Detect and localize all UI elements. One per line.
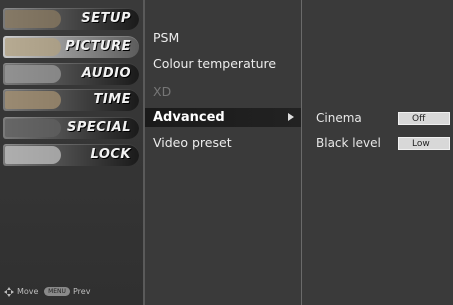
sidebar-item-audio[interactable]: AUDIO	[3, 63, 139, 85]
setup-thumbnail-icon	[5, 10, 61, 28]
menu-item-psm[interactable]: PSM	[153, 30, 179, 45]
menu-item-advanced[interactable]: Advanced	[145, 108, 301, 127]
submenu-item-cinema[interactable]: Cinema Off	[316, 110, 453, 127]
navigation-hint: Move MENU Prev	[4, 285, 140, 299]
cinema-value[interactable]: Off	[398, 112, 450, 125]
audio-thumbnail-icon	[5, 65, 61, 83]
tv-osd-screen: SETUP PICTURE AUDIO TIME SPECIAL LOCK Mo…	[0, 0, 453, 305]
submenu-item-black-level[interactable]: Black level Low	[316, 135, 453, 152]
special-thumbnail-icon	[5, 119, 61, 137]
black-level-label: Black level	[316, 136, 381, 150]
black-level-value[interactable]: Low	[398, 137, 450, 150]
advanced-submenu: Cinema Off Black level Low	[302, 0, 453, 305]
cinema-label: Cinema	[316, 111, 362, 125]
sidebar-item-label: AUDIO	[81, 66, 131, 81]
picture-thumbnail-icon	[5, 38, 61, 56]
move-arrows-icon	[4, 287, 14, 297]
sidebar-item-label: SPECIAL	[67, 120, 131, 135]
sidebar-item-time[interactable]: TIME	[3, 89, 139, 111]
lock-thumbnail-icon	[5, 146, 61, 164]
picture-options-menu: PSM Colour temperature XD Advanced Video…	[145, 0, 302, 305]
sidebar-item-label: LOCK	[90, 147, 131, 162]
submenu-arrow-icon	[288, 113, 294, 121]
sidebar-item-label: PICTURE	[65, 39, 131, 54]
sidebar-item-setup[interactable]: SETUP	[3, 8, 139, 30]
sidebar-item-label: TIME	[93, 92, 131, 107]
sidebar-item-special[interactable]: SPECIAL	[3, 117, 139, 139]
prev-hint-label: Prev	[73, 287, 91, 296]
category-sidebar: SETUP PICTURE AUDIO TIME SPECIAL LOCK Mo…	[0, 0, 145, 305]
menu-item-video-preset[interactable]: Video preset	[153, 135, 232, 150]
time-thumbnail-icon	[5, 91, 61, 109]
menu-item-colour-temperature[interactable]: Colour temperature	[153, 56, 276, 71]
sidebar-item-picture[interactable]: PICTURE	[3, 36, 139, 58]
menu-item-xd: XD	[153, 84, 172, 99]
sidebar-item-lock[interactable]: LOCK	[3, 144, 139, 166]
menu-item-advanced-label: Advanced	[153, 110, 225, 125]
move-hint-label: Move	[17, 287, 39, 296]
sidebar-item-label: SETUP	[81, 11, 131, 26]
menu-key-icon: MENU	[44, 287, 70, 296]
